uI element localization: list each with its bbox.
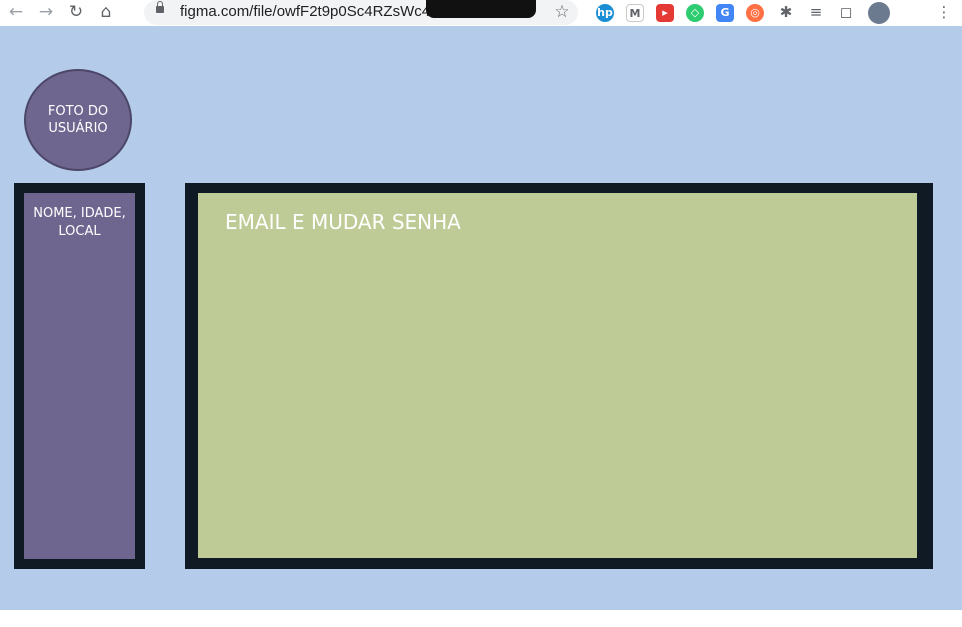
account-settings-panel: EMAIL E MUDAR SENHA xyxy=(198,193,917,558)
profile-avatar[interactable] xyxy=(868,2,890,24)
color-extension-icon[interactable]: ◎ xyxy=(746,4,764,22)
account-settings-frame: EMAIL E MUDAR SENHA xyxy=(185,183,933,569)
lock-icon[interactable] xyxy=(156,1,164,13)
user-photo-label: FOTO DO USUÁRIO xyxy=(47,104,109,136)
back-icon[interactable]: ← xyxy=(6,2,26,22)
video-extension-icon[interactable]: ▸ xyxy=(656,4,674,22)
page-bottom-strip xyxy=(0,610,962,627)
reload-icon[interactable]: ↻ xyxy=(66,2,86,22)
forward-icon[interactable]: → xyxy=(36,2,56,22)
browser-toolbar: ← → ↻ ⌂ figma.com/file/owfF2t9p0Sc4RZsWc… xyxy=(0,0,962,26)
profile-info-panel: NOME, IDADE, LOCAL xyxy=(24,193,135,559)
gmail-extension-icon[interactable]: M xyxy=(626,4,644,22)
profile-info-frame: NOME, IDADE, LOCAL xyxy=(14,183,145,569)
profile-info-label: NOME, IDADE, LOCAL xyxy=(33,206,126,239)
browser-menu-icon[interactable]: ⋮ xyxy=(934,2,954,22)
reading-list-icon[interactable]: ≡ xyxy=(806,2,826,22)
translate-extension-icon[interactable]: G xyxy=(716,4,734,22)
home-icon[interactable]: ⌂ xyxy=(96,2,116,22)
user-photo-placeholder: FOTO DO USUÁRIO xyxy=(24,69,132,171)
hp-extension-icon[interactable]: hp xyxy=(596,4,614,22)
url-text[interactable]: figma.com/file/owfF2t9p0Sc4RZsWc4 xyxy=(180,3,430,20)
bookmark-star-icon[interactable]: ☆ xyxy=(552,2,572,22)
extensions-puzzle-icon[interactable]: ✱ xyxy=(776,2,796,22)
side-panel-icon[interactable]: ◻ xyxy=(836,2,856,22)
account-settings-label: EMAIL E MUDAR SENHA xyxy=(225,210,461,234)
redacted-area xyxy=(426,0,536,18)
vpn-extension-icon[interactable]: ◇ xyxy=(686,4,704,22)
address-bar[interactable]: figma.com/file/owfF2t9p0Sc4RZsWc4 xyxy=(144,0,578,25)
